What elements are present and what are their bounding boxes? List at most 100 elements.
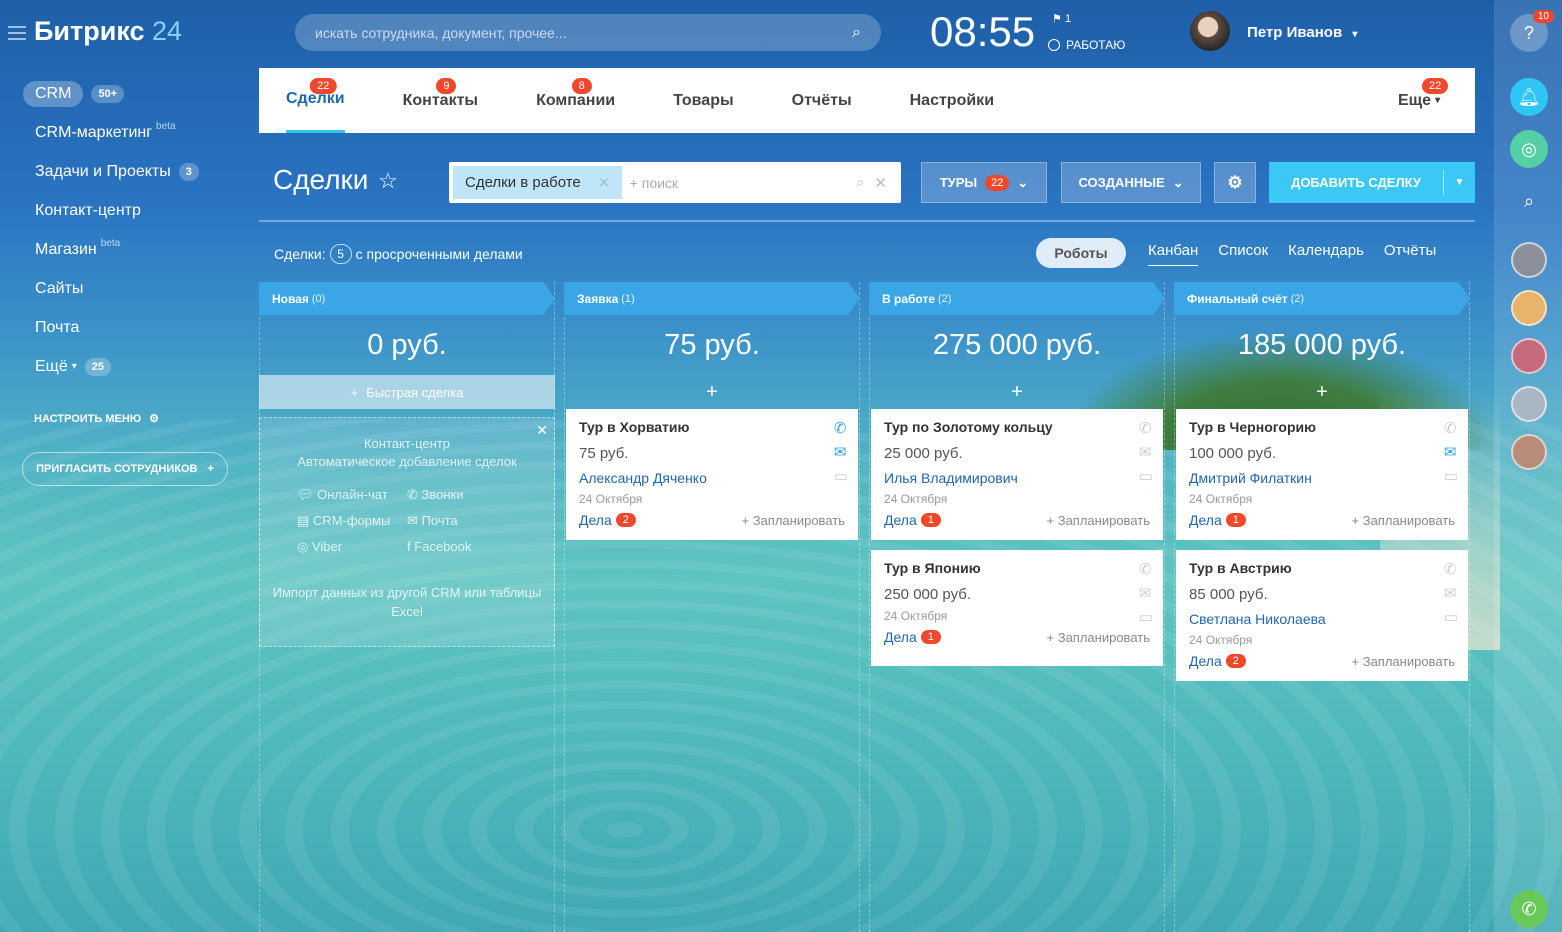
overdue-info[interactable]: Сделки: 5 с просроченными делами	[274, 244, 523, 264]
deal-tasks[interactable]: Дела 1	[1189, 512, 1246, 528]
column-header[interactable]: В работе (2)	[869, 282, 1165, 315]
mail-icon[interactable]: ✉	[1444, 443, 1458, 461]
deal-contact[interactable]: Светлана Николаева	[1189, 611, 1455, 627]
clock[interactable]: 08:55	[930, 8, 1035, 56]
crm-forms-link[interactable]: ▤ CRM-формы	[297, 513, 407, 529]
plan-link[interactable]: + Запланировать	[742, 513, 845, 528]
robots-button[interactable]: Роботы	[1036, 238, 1126, 268]
column-header[interactable]: Заявка (1)	[564, 282, 860, 315]
tab-settings[interactable]: Настройки	[910, 68, 994, 133]
search-icon[interactable]: ⌕	[852, 24, 861, 42]
deal-card[interactable]: Тур в Японию 250 000 руб. 24 Октября Дел…	[871, 550, 1163, 666]
work-status[interactable]: РАБОТАЮ	[1048, 38, 1125, 52]
app-logo[interactable]: Битрикс 24	[34, 16, 182, 47]
help-button[interactable]: ? 10	[1510, 10, 1554, 52]
viber-link[interactable]: ◎ Viber	[297, 539, 407, 555]
tab-reports[interactable]: Отчёты	[792, 68, 852, 133]
plan-link[interactable]: + Запланировать	[1047, 513, 1150, 528]
mail-icon[interactable]: ✉	[834, 443, 848, 461]
contact-avatar[interactable]	[1511, 386, 1547, 422]
configure-menu-link[interactable]: НАСТРОИТЬ МЕНЮ ⚙	[34, 412, 159, 426]
mail-icon[interactable]: ✉	[1139, 443, 1153, 461]
global-search[interactable]: искать сотрудника, документ, прочее... ⌕	[295, 14, 881, 51]
mail-icon[interactable]: ✉	[1139, 584, 1153, 602]
chevron-down-icon[interactable]: ▼	[1443, 169, 1475, 196]
star-icon[interactable]: ☆	[378, 168, 398, 194]
contact-avatar[interactable]	[1511, 290, 1547, 326]
menu-burger-icon[interactable]	[8, 26, 26, 40]
sidebar-item-sites[interactable]: Сайты	[22, 269, 242, 308]
phone-icon[interactable]: ✆	[834, 419, 848, 437]
settings-button[interactable]: ⚙	[1214, 162, 1256, 203]
plan-link[interactable]: + Запланировать	[1352, 654, 1455, 669]
invite-employees-button[interactable]: ПРИГЛАСИТЬ СОТРУДНИКОВ +	[22, 452, 228, 486]
user-menu[interactable]: Петр Иванов ▾	[1247, 24, 1357, 41]
sidebar-item-more[interactable]: Ещё ▾ 25	[22, 347, 242, 386]
sidebar-item-shop[interactable]: Магазин beta	[22, 230, 242, 269]
tab-more[interactable]: Еще ▾ 22	[1398, 68, 1449, 133]
chat-icon[interactable]: ▭	[1444, 467, 1458, 485]
phone-icon[interactable]: ✆	[1139, 560, 1153, 578]
chat-icon[interactable]: ▭	[1444, 608, 1458, 626]
add-deal-button[interactable]: ДОБАВИТЬ СДЕЛКУ ▼	[1269, 162, 1475, 203]
chat-icon[interactable]: ▭	[834, 467, 848, 485]
deal-tasks[interactable]: Дела 1	[884, 629, 941, 645]
deal-card[interactable]: Тур в Хорватию 75 руб. Александр Дяченко…	[566, 409, 858, 540]
tab-products[interactable]: Товары	[673, 68, 734, 133]
sidebar-item-tasks[interactable]: Задачи и Проекты 3	[22, 152, 242, 191]
deal-card[interactable]: Тур по Золотому кольцу 25 000 руб. Илья …	[871, 409, 1163, 540]
add-deal-plus-icon[interactable]: +	[1174, 375, 1470, 409]
mail-link[interactable]: ✉ Почта	[407, 513, 517, 529]
plan-link[interactable]: + Запланировать	[1047, 630, 1150, 645]
contact-avatar[interactable]	[1511, 338, 1547, 374]
call-button[interactable]: ✆	[1510, 890, 1548, 928]
deal-tasks[interactable]: Дела 2	[579, 512, 636, 528]
deal-contact[interactable]: Александр Дяченко	[579, 470, 845, 486]
notifications-button[interactable]: 🔔︎	[1510, 78, 1548, 116]
filter-search[interactable]: Сделки в работе ✕ + поиск ⌕ ✕	[449, 162, 901, 203]
calls-link[interactable]: ✆ Звонки	[407, 487, 517, 503]
right-search-button[interactable]: ⌕	[1510, 182, 1548, 220]
phone-icon[interactable]: ✆	[1139, 419, 1153, 437]
phone-icon[interactable]: ✆	[1444, 419, 1458, 437]
deal-card[interactable]: Тур в Черногорию 100 000 руб. Дмитрий Фи…	[1176, 409, 1468, 540]
online-chat-link[interactable]: 💬︎ Онлайн-чат	[297, 487, 407, 503]
deal-tasks[interactable]: Дела 2	[1189, 653, 1246, 669]
view-kanban[interactable]: Канбан	[1148, 242, 1199, 266]
view-calendar[interactable]: Календарь	[1288, 242, 1364, 266]
tab-contacts[interactable]: Контакты 9	[403, 68, 478, 133]
deal-card[interactable]: Тур в Австрию 85 000 руб. Светлана Никол…	[1176, 550, 1468, 681]
created-button[interactable]: СОЗДАННЫЕ ⌄	[1061, 162, 1201, 203]
deal-contact[interactable]: Илья Владимирович	[884, 470, 1150, 486]
close-icon[interactable]: ✕	[874, 174, 887, 192]
sidebar-item-mail[interactable]: Почта	[22, 308, 242, 347]
chat-button[interactable]: ◎	[1510, 130, 1548, 168]
close-icon[interactable]: ✕	[536, 422, 548, 439]
view-list[interactable]: Список	[1218, 242, 1268, 266]
chat-icon[interactable]: ▭	[1139, 467, 1153, 485]
contact-avatar[interactable]	[1511, 242, 1547, 278]
import-link[interactable]: Импорт данных из другой CRM или таблицы …	[260, 583, 554, 621]
deal-tasks[interactable]: Дела 1	[884, 512, 941, 528]
close-icon[interactable]: ✕	[599, 175, 610, 191]
tab-companies[interactable]: Компании 8	[536, 68, 615, 133]
plan-link[interactable]: + Запланировать	[1352, 513, 1455, 528]
add-deal-plus-icon[interactable]: +	[869, 375, 1165, 409]
sidebar-item-contact-center[interactable]: Контакт-центр	[22, 191, 242, 230]
user-avatar[interactable]	[1190, 11, 1230, 51]
facebook-link[interactable]: f Facebook	[407, 539, 517, 555]
phone-icon[interactable]: ✆	[1444, 560, 1458, 578]
column-header[interactable]: Финальный счёт (2)	[1174, 282, 1470, 315]
tab-deals[interactable]: Сделки 22	[286, 68, 345, 133]
chat-icon[interactable]: ▭	[1139, 608, 1153, 626]
flag-indicator[interactable]: ⚑ 1	[1052, 12, 1071, 25]
column-header[interactable]: Новая (0)	[259, 282, 555, 315]
view-reports[interactable]: Отчёты	[1384, 242, 1436, 266]
tours-button[interactable]: ТУРЫ 22 ⌄	[921, 162, 1047, 203]
mail-icon[interactable]: ✉	[1444, 584, 1458, 602]
contact-avatar[interactable]	[1511, 434, 1547, 470]
quick-deal-button[interactable]: + Быстрая сделка	[259, 375, 555, 409]
add-deal-plus-icon[interactable]: +	[564, 375, 860, 409]
sidebar-item-crm-marketing[interactable]: CRM-маркетинг beta	[22, 113, 242, 152]
filter-chip[interactable]: Сделки в работе ✕	[453, 166, 622, 199]
